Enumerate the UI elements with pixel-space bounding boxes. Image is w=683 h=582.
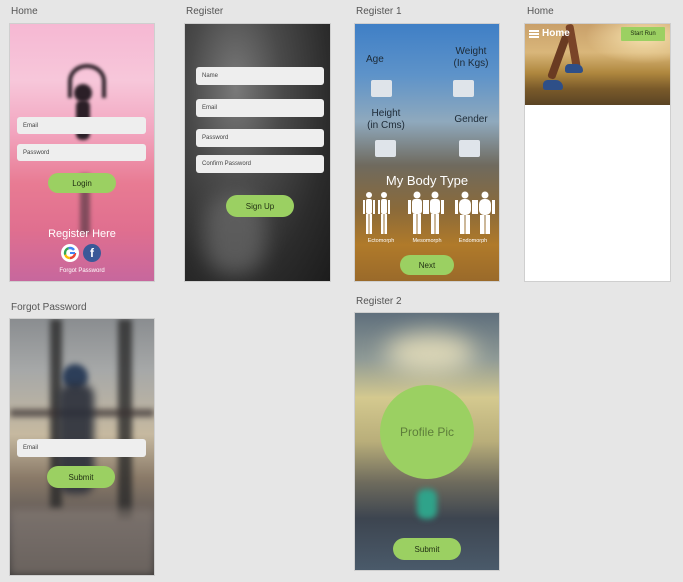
gender-label: Gender — [454, 114, 488, 125]
height-input[interactable] — [375, 140, 396, 157]
next-button[interactable]: Next — [400, 255, 454, 275]
ectomorph-figure-icon — [363, 192, 375, 234]
artboard-label-register-2: Register 2 — [356, 296, 402, 307]
weight-label: Weight (In Kgs) — [453, 46, 489, 69]
home-main-screen: Home Start Run — [525, 24, 670, 281]
start-run-button[interactable]: Start Run — [621, 27, 665, 41]
gender-input[interactable] — [459, 140, 480, 157]
forgot-password-link[interactable]: Forgot Password — [10, 268, 154, 274]
facebook-icon[interactable]: f — [83, 244, 101, 262]
name-input[interactable]: Name — [196, 67, 324, 85]
profile-pic-label: Profile Pic — [399, 425, 455, 439]
login-screen: Email Password Login Register Here f For… — [10, 24, 154, 281]
submit-button[interactable]: Submit — [47, 466, 115, 488]
email-input[interactable]: Email — [17, 439, 146, 457]
mesomorph-label[interactable]: Mesomorph — [405, 238, 449, 244]
email-input[interactable]: Email — [17, 117, 146, 134]
submit-button[interactable]: Submit — [393, 538, 461, 560]
sky-glow — [385, 333, 475, 373]
artboard-label-home: Home — [11, 6, 38, 17]
profile-pic-placeholder[interactable]: Profile Pic — [380, 385, 474, 479]
sign-up-button[interactable]: Sign Up — [226, 195, 294, 217]
mesomorph-figure-icon — [408, 191, 426, 234]
artboard-label-register-1: Register 1 — [356, 6, 402, 17]
register-1-screen: Age Weight (In Kgs) Height (in Cms) Gend… — [355, 24, 499, 281]
artboard-label-home-2: Home — [527, 6, 554, 17]
age-input[interactable] — [371, 80, 392, 97]
menu-icon[interactable] — [529, 30, 539, 38]
home-title: Home — [542, 28, 570, 39]
forgot-password-screen: Email Submit — [10, 319, 154, 575]
artboard-label-forgot-password: Forgot Password — [11, 302, 87, 313]
register-2-screen: Profile Pic Submit — [355, 313, 499, 570]
running-shoe-icon — [543, 80, 563, 90]
confirm-password-input[interactable]: Confirm Password — [196, 155, 324, 173]
my-body-type-title: My Body Type — [385, 173, 469, 188]
ectomorph-label[interactable]: Ectomorph — [359, 238, 403, 244]
endomorph-figure-icon — [455, 191, 475, 234]
endomorph-label[interactable]: Endomorph — [451, 238, 495, 244]
artboard-label-register: Register — [186, 6, 224, 17]
google-icon[interactable] — [61, 244, 79, 262]
weight-input[interactable] — [453, 80, 474, 97]
email-input[interactable]: Email — [196, 99, 324, 117]
yoga-silhouette-arms — [68, 64, 106, 98]
age-label: Age — [366, 54, 384, 65]
register-here-link[interactable]: Register Here — [10, 228, 154, 240]
login-button[interactable]: Login — [48, 173, 116, 193]
password-input[interactable]: Password — [17, 144, 146, 161]
register-screen: Name Email Password Confirm Password Sig… — [185, 24, 330, 281]
person-silhouette — [417, 489, 437, 519]
body-type-figures — [363, 191, 495, 234]
password-input[interactable]: Password — [196, 129, 324, 147]
height-label: Height (in Cms) — [367, 108, 405, 131]
